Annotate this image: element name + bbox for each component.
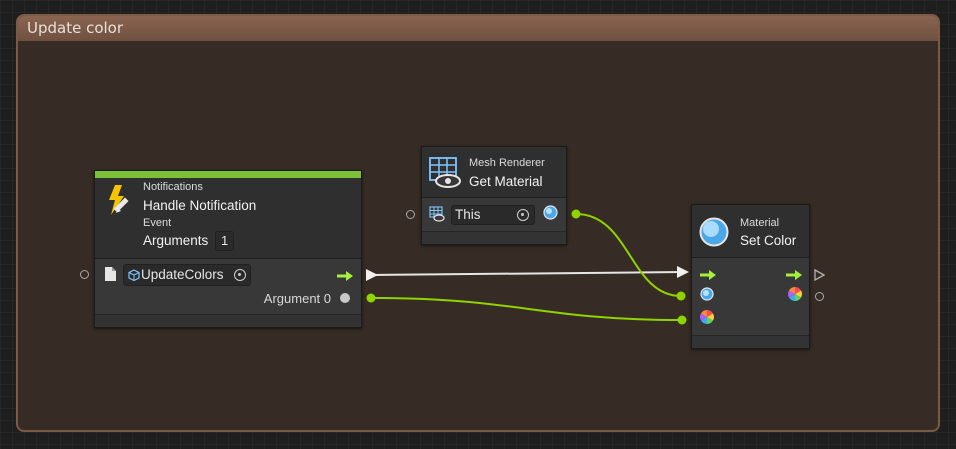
material-sphere-icon (699, 217, 729, 247)
flow-in-arrow-icon[interactable] (700, 267, 716, 280)
node-header[interactable]: Notifications Handle Notification Event … (95, 178, 361, 259)
flow-output-port[interactable] (814, 266, 826, 282)
node-accent-bar (95, 171, 361, 178)
get-material-node[interactable]: Mesh Renderer Get Material This (421, 146, 567, 245)
node-category: Mesh Renderer (469, 157, 545, 169)
script-value: UpdateColors (141, 267, 224, 282)
node-header[interactable]: Material Set Color (692, 205, 809, 258)
object-picker-icon[interactable] (234, 269, 246, 281)
node-title: Set Color (740, 233, 797, 248)
material-input-icon[interactable] (700, 287, 714, 301)
color-input-icon[interactable] (700, 310, 714, 324)
node-title: Handle Notification (143, 198, 257, 213)
object-picker-icon[interactable] (517, 209, 529, 221)
argument-0-port[interactable] (340, 293, 350, 303)
mesh-renderer-small-icon (429, 206, 445, 222)
node-footer (95, 314, 361, 327)
color-output-port[interactable] (815, 292, 824, 301)
arguments-label: Arguments (143, 233, 209, 248)
mesh-renderer-icon (429, 157, 461, 189)
set-color-node[interactable]: Material Set Color (691, 204, 810, 349)
arguments-field[interactable]: 1 (215, 231, 234, 251)
document-icon (105, 267, 116, 281)
node-subtitle: Event (143, 217, 172, 229)
node-footer (422, 231, 566, 244)
node-title: Get Material (469, 174, 543, 189)
node-category: Material (740, 217, 780, 229)
node-category: Notifications (143, 181, 203, 193)
script-field[interactable]: UpdateColors (123, 264, 251, 286)
lightning-pencil-icon (105, 184, 135, 216)
target-field[interactable]: This (451, 205, 535, 225)
cube-icon (128, 269, 140, 282)
notification-input-port[interactable] (80, 270, 89, 279)
flow-out-arrow-icon[interactable] (786, 267, 802, 280)
output-label: Argument 0 (263, 291, 331, 306)
color-output-icon[interactable] (788, 287, 802, 301)
flow-out-arrow-icon[interactable] (337, 268, 353, 281)
group-title[interactable]: Update color (18, 16, 938, 41)
target-value: This (455, 207, 481, 222)
get-material-input-port[interactable] (406, 210, 415, 219)
handle-notification-node[interactable]: Notifications Handle Notification Event … (94, 170, 362, 328)
node-header[interactable]: Mesh Renderer Get Material (422, 147, 566, 198)
node-footer (692, 335, 809, 348)
material-output-icon[interactable] (543, 205, 558, 220)
